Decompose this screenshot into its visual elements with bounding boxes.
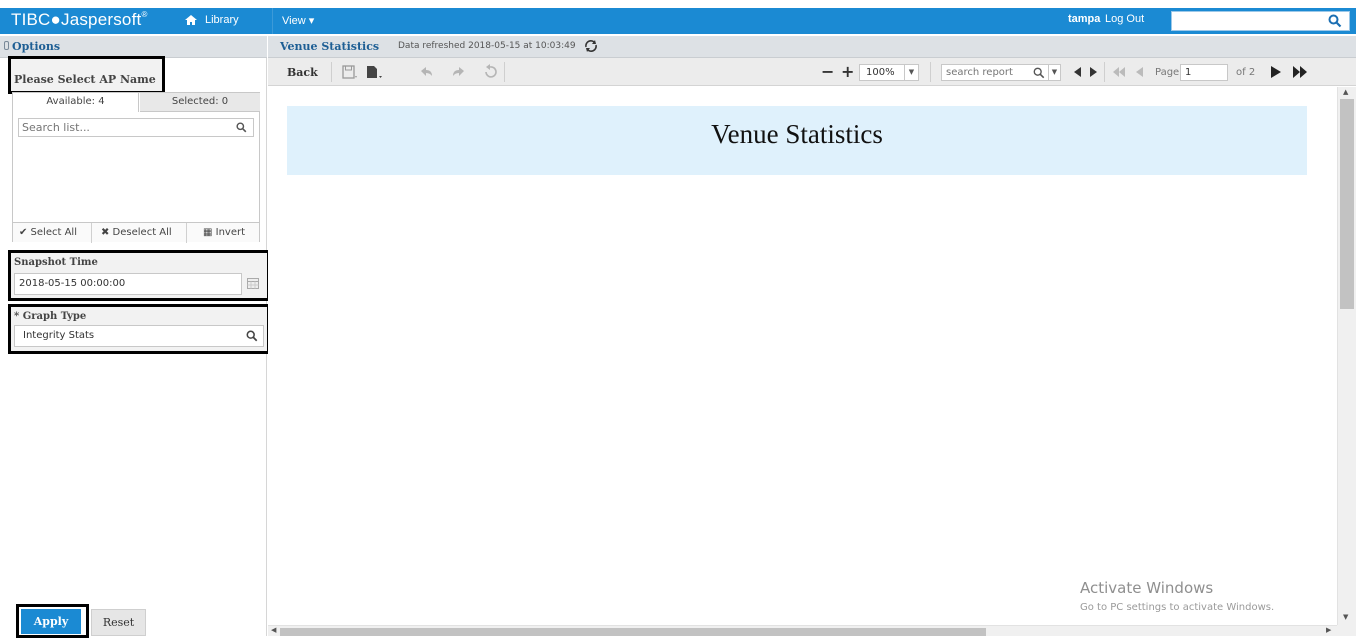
undo-all-icon[interactable] bbox=[481, 63, 499, 81]
chevron-down-icon[interactable]: ▼ bbox=[904, 65, 918, 80]
next-page-icon[interactable] bbox=[1269, 65, 1283, 79]
invert-label: Invert bbox=[215, 227, 246, 238]
undo-icon[interactable] bbox=[417, 63, 435, 81]
logout-link[interactable]: Log Out bbox=[1105, 13, 1144, 25]
logo-product: Jaspersoft bbox=[61, 10, 142, 29]
vertical-scrollbar[interactable]: ▲ ▼ bbox=[1337, 87, 1356, 625]
search-report-input[interactable] bbox=[946, 66, 1028, 79]
graph-type-value: Integrity Stats bbox=[23, 330, 95, 341]
search-icon[interactable] bbox=[1033, 67, 1045, 79]
options-panel: Options Please Select AP Name Available:… bbox=[0, 36, 270, 638]
data-refreshed-text: Data refreshed 2018-05-15 at 10:03:49 bbox=[398, 41, 576, 51]
vertical-scroll-thumb[interactable] bbox=[1340, 99, 1354, 309]
snapshot-time-value: 2018-05-15 00:00:00 bbox=[19, 278, 126, 289]
top-bar: TIBC●Jaspersoft® Library View ▾ tampa Lo… bbox=[0, 0, 1356, 36]
zoom-in-button[interactable]: + bbox=[841, 62, 854, 81]
snapshot-time-input[interactable]: 2018-05-15 00:00:00 bbox=[14, 273, 242, 295]
invert-button[interactable]: ▦ Invert bbox=[203, 227, 245, 238]
ap-name-label: Please Select AP Name bbox=[14, 73, 156, 86]
divider bbox=[930, 62, 931, 82]
first-page-icon[interactable] bbox=[1112, 66, 1126, 78]
graph-type-highlight: * Graph Type Integrity Stats bbox=[8, 304, 270, 354]
nav-view-menu[interactable]: View ▾ bbox=[282, 14, 314, 27]
list-actions-bar: ✔ Select All ✖ Deselect All ▦ Invert bbox=[13, 222, 259, 243]
nav-library-link[interactable]: Library bbox=[205, 14, 239, 26]
apply-button-highlight: Apply bbox=[16, 604, 89, 638]
home-icon[interactable] bbox=[184, 13, 198, 27]
refresh-icon[interactable] bbox=[583, 39, 599, 53]
nav-divider bbox=[272, 8, 273, 34]
options-title: Options bbox=[12, 40, 61, 53]
report-toolbar: Back − + 100% ▼ ▼ Page 1 of 2 bbox=[268, 58, 1356, 86]
deselect-all-button[interactable]: ✖ Deselect All bbox=[101, 227, 172, 238]
select-all-button[interactable]: ✔ Select All bbox=[19, 227, 77, 238]
top-nav-bar: TIBC●Jaspersoft® Library View ▾ tampa Lo… bbox=[0, 8, 1356, 34]
snapshot-time-highlight: Snapshot Time 2018-05-15 00:00:00 bbox=[8, 250, 270, 301]
logo-mark-icon: ● bbox=[50, 10, 61, 29]
back-button[interactable]: Back bbox=[287, 66, 318, 79]
report-canvas: Venue Statistics Activate Windows Go to … bbox=[268, 87, 1337, 625]
snapshot-time-label: Snapshot Time bbox=[14, 257, 98, 268]
search-icon[interactable] bbox=[246, 330, 258, 342]
reset-button[interactable]: Reset bbox=[91, 609, 146, 636]
redo-icon[interactable] bbox=[450, 63, 468, 81]
graph-type-select[interactable]: Integrity Stats bbox=[14, 325, 264, 347]
global-search-button[interactable] bbox=[1320, 11, 1350, 31]
user-name: tampa bbox=[1068, 13, 1101, 25]
search-icon[interactable] bbox=[236, 122, 247, 133]
search-report-field[interactable]: ▼ bbox=[941, 64, 1061, 81]
logo-trademark: ® bbox=[141, 10, 148, 19]
previous-page-icon[interactable] bbox=[1134, 66, 1146, 78]
scroll-left-icon[interactable]: ◀ bbox=[271, 626, 276, 634]
horizontal-scrollbar[interactable]: ◀ ▶ bbox=[268, 625, 1337, 636]
report-header: Venue Statistics Data refreshed 2018-05-… bbox=[268, 36, 1356, 58]
last-page-icon[interactable] bbox=[1292, 65, 1310, 79]
divider bbox=[504, 62, 505, 82]
page-number-input[interactable]: 1 bbox=[1180, 64, 1228, 81]
divider bbox=[1104, 62, 1105, 82]
scroll-right-icon[interactable]: ▶ bbox=[1326, 626, 1331, 634]
ap-name-multiselect: Available: 4 Selected: 0 ✔ Select All ✖ … bbox=[12, 92, 260, 243]
zoom-value: 100% bbox=[866, 67, 895, 78]
report-banner-title: Venue Statistics bbox=[711, 119, 883, 149]
invert-icon: ▦ bbox=[203, 227, 213, 238]
search-next-icon[interactable] bbox=[1087, 66, 1099, 78]
export-icon[interactable] bbox=[365, 63, 383, 81]
activate-windows-subtitle: Go to PC settings to activate Windows. bbox=[1080, 602, 1275, 613]
app-logo[interactable]: TIBC●Jaspersoft® bbox=[11, 10, 148, 30]
ap-name-label-highlight: Please Select AP Name bbox=[8, 56, 165, 94]
save-icon[interactable] bbox=[341, 63, 359, 81]
graph-type-label: * Graph Type bbox=[14, 311, 87, 322]
report-title: Venue Statistics bbox=[280, 40, 380, 53]
collapse-icon[interactable] bbox=[4, 41, 9, 50]
logo-brand: TIBC bbox=[11, 10, 51, 29]
page-count: of 2 bbox=[1236, 67, 1256, 78]
report-banner: Venue Statistics bbox=[287, 106, 1307, 175]
page-label: Page bbox=[1155, 67, 1180, 78]
tab-available[interactable]: Available: 4 bbox=[13, 93, 139, 112]
list-search-input[interactable] bbox=[22, 120, 222, 135]
divider bbox=[186, 223, 187, 243]
options-header[interactable]: Options bbox=[0, 36, 267, 58]
divider bbox=[331, 62, 332, 82]
horizontal-scroll-thumb[interactable] bbox=[280, 628, 986, 636]
zoom-out-button[interactable]: − bbox=[821, 62, 834, 81]
scroll-up-icon[interactable]: ▲ bbox=[1343, 88, 1348, 96]
divider bbox=[91, 223, 92, 243]
calendar-icon[interactable] bbox=[247, 278, 259, 289]
global-search-input[interactable] bbox=[1171, 11, 1321, 31]
search-previous-icon[interactable] bbox=[1072, 66, 1084, 78]
list-search-field[interactable] bbox=[18, 118, 254, 137]
tab-selected[interactable]: Selected: 0 bbox=[140, 93, 260, 112]
activate-windows-title: Activate Windows bbox=[1080, 579, 1214, 597]
scrollbar-corner bbox=[1337, 625, 1356, 636]
scroll-down-icon[interactable]: ▼ bbox=[1343, 613, 1348, 621]
search-icon bbox=[1328, 14, 1342, 28]
chevron-down-icon[interactable]: ▼ bbox=[1048, 65, 1060, 80]
apply-button[interactable]: Apply bbox=[21, 609, 81, 634]
zoom-select[interactable]: 100% ▼ bbox=[859, 64, 919, 81]
